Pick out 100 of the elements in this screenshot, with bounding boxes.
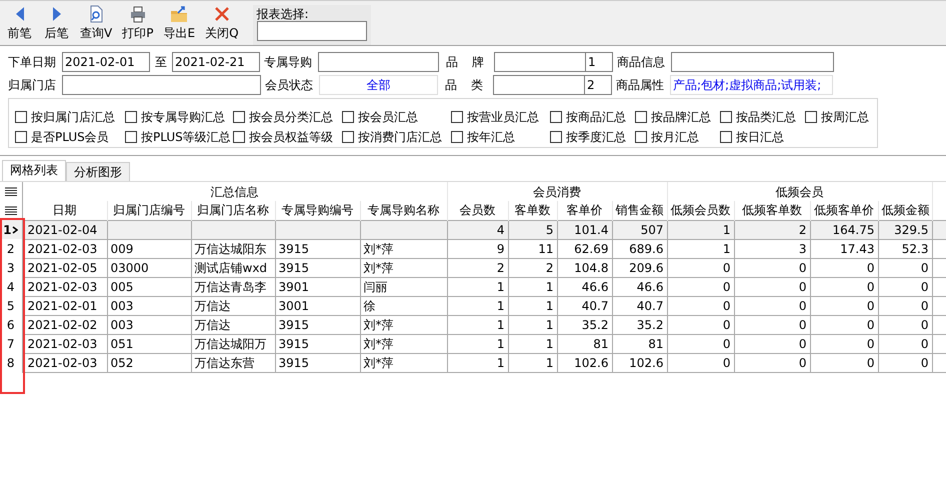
checkbox-label: 按商品汇总: [566, 108, 626, 125]
checkbox[interactable]: [342, 131, 354, 144]
checkbox[interactable]: [451, 110, 463, 123]
folder-icon: [170, 5, 188, 23]
table-cell: 0: [878, 353, 932, 372]
status-select[interactable]: 全部: [319, 75, 438, 95]
field-label: 品 类: [445, 77, 483, 94]
checkbox-label: 按品类汇总: [736, 108, 796, 125]
field-label: 会员状态: [265, 77, 314, 94]
table-cell: 35.2: [557, 315, 612, 334]
input-field[interactable]: [318, 52, 439, 72]
table-cell: 2021-02-05: [22, 258, 107, 277]
tab[interactable]: 分析图形: [66, 162, 130, 181]
input-field[interactable]: [62, 75, 261, 95]
row-number: 1: [3, 222, 12, 238]
table-cell: 3915: [275, 258, 360, 277]
table-cell: 104.8: [557, 258, 612, 277]
table-cell: 3915: [275, 334, 360, 353]
table-cell: 0: [734, 258, 810, 277]
input-field[interactable]: [671, 52, 834, 72]
input-field[interactable]: 产品;包材;虚拟商品;试用装;: [670, 75, 833, 95]
checkbox[interactable]: [550, 131, 562, 144]
checkbox[interactable]: [125, 110, 137, 123]
table-cell: 徐: [360, 296, 447, 315]
table-cell: 0: [734, 353, 810, 372]
table-cell: 万信达城阳东: [191, 239, 275, 258]
group-header: 汇总信息: [22, 182, 447, 201]
table-cell: 3: [734, 239, 810, 258]
table-cell: 0: [878, 277, 932, 296]
table-cell: 164.75: [810, 220, 878, 239]
table-cell: 刘*萍: [360, 353, 447, 372]
checkbox[interactable]: [233, 110, 245, 123]
checkbox[interactable]: [342, 110, 354, 123]
table-cell: 0: [810, 296, 878, 315]
table-cell: 0: [810, 258, 878, 277]
checkbox[interactable]: [451, 131, 463, 144]
checkbox-label: 按日汇总: [736, 129, 784, 146]
checkbox-label: 按PLUS等级汇总: [141, 129, 231, 146]
input-field[interactable]: [493, 75, 584, 95]
field-label: 商品属性: [616, 77, 665, 94]
table-cell: 689.6: [612, 239, 667, 258]
report-select-field[interactable]: [256, 21, 367, 41]
code-field[interactable]: 2: [584, 75, 612, 95]
menu-icon[interactable]: [4, 206, 18, 216]
row-number: 4: [6, 278, 15, 296]
table-cell: 1: [447, 353, 508, 372]
checkbox[interactable]: [233, 131, 245, 144]
table-cell: 2021-02-03: [22, 239, 107, 258]
checkbox[interactable]: [635, 110, 647, 123]
checkbox[interactable]: [720, 110, 732, 123]
table-cell: 1: [508, 315, 557, 334]
checkbox-label: 按周汇总: [821, 108, 869, 125]
table-cell: 03000: [107, 258, 191, 277]
checkbox[interactable]: [125, 131, 137, 144]
toolbar-button[interactable]: 查询V: [76, 5, 116, 40]
toolbar-button[interactable]: 后笔: [39, 5, 74, 40]
row-number: 6: [6, 316, 15, 334]
table-cell: 329.5: [878, 220, 932, 239]
table-cell: 9: [447, 239, 508, 258]
checkbox-label: 按归属门店汇总: [31, 108, 115, 125]
table-cell: 1: [667, 220, 734, 239]
checkbox-label: 按营业员汇总: [467, 108, 539, 125]
checkbox[interactable]: [805, 110, 817, 123]
table-cell: 0: [734, 315, 810, 334]
table-cell: 2021-02-01: [22, 296, 107, 315]
field-label: 专属导购: [264, 54, 313, 71]
table-cell: 刘*萍: [360, 315, 447, 334]
checkbox[interactable]: [720, 131, 732, 144]
checkbox-label: 按专属导购汇总: [141, 108, 225, 125]
checkbox[interactable]: [635, 131, 647, 144]
table-cell: 万信达: [191, 296, 275, 315]
table-cell: 万信达青岛李: [191, 277, 275, 296]
checkbox[interactable]: [15, 110, 27, 123]
checkbox-label: 按消费门店汇总: [358, 129, 442, 146]
table-cell: 81: [557, 334, 612, 353]
date-field[interactable]: 2021-02-21: [172, 52, 260, 72]
table-cell: 0: [667, 334, 734, 353]
table-cell: 闫丽: [360, 277, 447, 296]
date-field[interactable]: 2021-02-01: [62, 52, 150, 72]
table-cell: 1: [447, 315, 508, 334]
close-icon: [212, 5, 231, 23]
table-cell: 003: [107, 296, 191, 315]
code-field[interactable]: 1: [585, 52, 613, 72]
table-cell: 3915: [275, 239, 360, 258]
table-cell: 46.6: [557, 277, 612, 296]
menu-icon[interactable]: [4, 187, 18, 198]
input-field[interactable]: [494, 52, 585, 72]
toolbar-button[interactable]: 前笔: [2, 5, 37, 40]
table-cell: 4: [447, 220, 508, 239]
group-header: 低频会员: [667, 182, 932, 201]
checkbox[interactable]: [550, 110, 562, 123]
checkbox[interactable]: [15, 131, 27, 144]
toolbar-button[interactable]: 导出E: [159, 5, 200, 40]
table-cell: 3001: [275, 296, 360, 315]
table-cell: 0: [667, 315, 734, 334]
toolbar-button[interactable]: 打印P: [118, 5, 158, 40]
tab[interactable]: 网格列表: [2, 160, 66, 181]
table-cell: 2: [447, 258, 508, 277]
table-cell: 1: [447, 334, 508, 353]
toolbar-button[interactable]: 关闭Q: [201, 5, 243, 40]
